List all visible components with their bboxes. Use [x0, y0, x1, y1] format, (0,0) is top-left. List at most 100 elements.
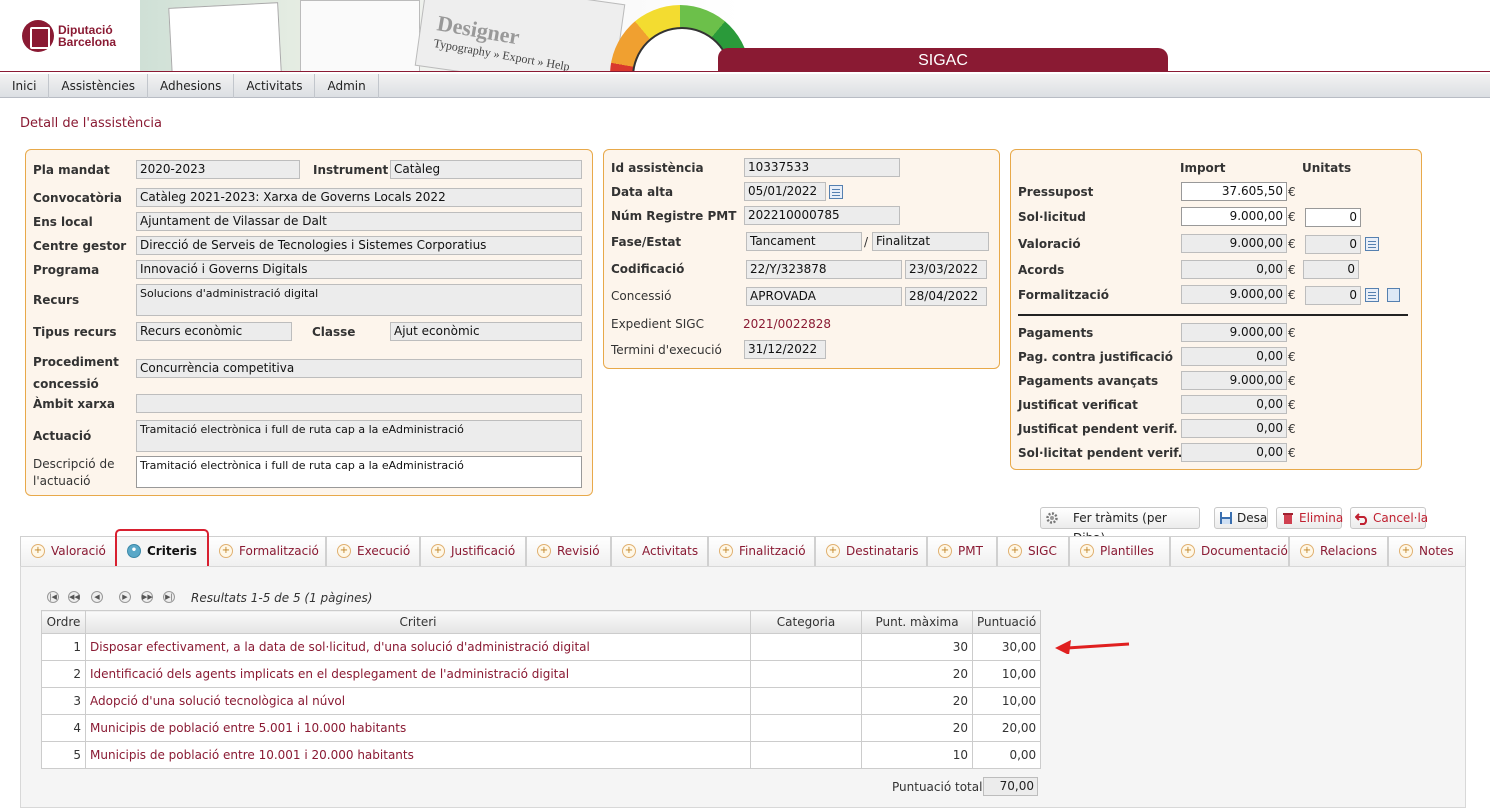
- plus-icon: +: [938, 544, 952, 558]
- banner-page-image: [300, 0, 420, 72]
- column-header-criteri[interactable]: Criteri: [85, 610, 751, 634]
- tipus-recurs-label: Tipus recurs: [33, 325, 117, 339]
- table-row[interactable]: 5 Municipis de població entre 10.001 i 2…: [41, 741, 1042, 769]
- last-page-icon[interactable]: ▶|: [163, 591, 175, 603]
- cell-categoria: [750, 741, 862, 769]
- instrument-label: Instrument: [313, 163, 389, 177]
- expedient-link[interactable]: 2021/0022828: [743, 317, 831, 331]
- descripcio-textarea[interactable]: Tramitació electrònica i full de ruta ca…: [136, 456, 582, 488]
- tab-activitats[interactable]: + Activitats: [611, 536, 708, 566]
- column-header-categoria[interactable]: Categoria: [750, 610, 862, 634]
- sollicitud-input[interactable]: 9.000,00: [1181, 207, 1287, 226]
- cell-categoria: [750, 687, 862, 715]
- eur-symbol: €: [1288, 288, 1296, 302]
- plus-icon: +: [1008, 544, 1022, 558]
- eur-symbol: €: [1288, 374, 1296, 388]
- menu-item-activitats[interactable]: Activitats: [234, 74, 316, 98]
- diputacio-logo[interactable]: [22, 20, 54, 52]
- eur-symbol: €: [1288, 237, 1296, 251]
- acords-field: 0,00: [1181, 260, 1287, 279]
- eur-symbol: €: [1288, 185, 1296, 199]
- tab-documentacio[interactable]: + Documentació: [1170, 536, 1289, 566]
- programa-label: Programa: [33, 263, 100, 277]
- table-row[interactable]: 3 Adopció d'una solució tecnològica al n…: [41, 687, 1042, 715]
- tab-formalitzacio[interactable]: + Formalització: [208, 536, 326, 566]
- tab-execucio[interactable]: + Execució: [326, 536, 420, 566]
- save-button[interactable]: Desa: [1214, 507, 1268, 529]
- fer-tramits-button[interactable]: Fer tràmits (per Diba): [1040, 507, 1200, 545]
- cell-criteri[interactable]: Adopció d'una solució tecnològica al núv…: [85, 687, 751, 715]
- menu-item-adhesions[interactable]: Adhesions: [148, 74, 235, 98]
- cancel-label: Cancel·la: [1373, 511, 1429, 525]
- formalitzacio-unitats-field: 0: [1305, 286, 1361, 305]
- recurs-label: Recurs: [33, 293, 80, 307]
- descripcio-label: Descripció de l'actuació: [33, 457, 115, 488]
- column-header-punt-maxima[interactable]: Punt. màxima: [861, 610, 973, 634]
- menu-item-admin[interactable]: Admin: [315, 74, 379, 98]
- cell-criteri[interactable]: Disposar efectivament, a la data de sol·…: [85, 633, 751, 661]
- tab-notes[interactable]: + Notes: [1388, 536, 1466, 566]
- pag-avancats-label: Pagaments avançats: [1018, 374, 1159, 388]
- concessio-field: APROVADA: [746, 287, 902, 306]
- fase-separator: /: [864, 235, 869, 249]
- prev-page-icon[interactable]: ◀: [91, 591, 103, 603]
- calculator-icon[interactable]: [1365, 237, 1379, 251]
- cell-criteri[interactable]: Municipis de població entre 5.001 i 10.0…: [85, 714, 751, 742]
- table-row[interactable]: 2 Identificació dels agents implicats en…: [41, 660, 1042, 688]
- column-header-ordre[interactable]: Ordre: [41, 610, 86, 634]
- tab-relacions[interactable]: + Relacions: [1289, 536, 1388, 566]
- cancel-button[interactable]: Cancel·la: [1350, 507, 1429, 529]
- pag-contra-label: Pag. contra justificació: [1018, 350, 1173, 364]
- tab-valoracio[interactable]: + Valoració: [20, 536, 116, 566]
- column-header-puntuacio[interactable]: Puntuació: [971, 610, 1042, 634]
- tab-plantilles[interactable]: + Plantilles: [1069, 536, 1170, 566]
- programa-field: Innovació i Governs Digitals: [136, 260, 582, 279]
- plus-icon: +: [826, 544, 840, 558]
- trash-icon: [1283, 513, 1293, 524]
- cell-categoria: [750, 714, 862, 742]
- procediment-field: Concurrència competitiva: [136, 359, 582, 378]
- just-pendent-field: 0,00: [1181, 419, 1287, 438]
- sollicitud-unitats-input[interactable]: 0: [1305, 208, 1361, 227]
- cell-punt-maxima: 30: [861, 633, 973, 661]
- pagaments-field: 9.000,00: [1181, 323, 1287, 342]
- registre-label: Núm Registre PMT: [611, 209, 737, 223]
- acords-unitats-field: 0: [1303, 260, 1359, 279]
- cell-categoria: [750, 633, 862, 661]
- cell-ordre: 4: [41, 714, 86, 742]
- cell-criteri[interactable]: Municipis de població entre 10.001 i 20.…: [85, 741, 751, 769]
- cell-categoria: [750, 660, 862, 688]
- calculator-icon[interactable]: [1365, 288, 1379, 302]
- first-page-icon[interactable]: |◀: [47, 591, 59, 603]
- tab-revisio[interactable]: + Revisió: [526, 536, 611, 566]
- tab-finalitzacio[interactable]: + Finalització: [708, 536, 815, 566]
- menu-item-assistencies[interactable]: Assistències: [49, 74, 148, 98]
- pag-contra-field: 0,00: [1181, 347, 1287, 366]
- tab-highlight-box: [115, 529, 209, 571]
- fase-estat-label: Fase/Estat: [611, 235, 682, 249]
- tab-sigc[interactable]: + SIGC: [997, 536, 1069, 566]
- next-page-icon[interactable]: ▶: [119, 591, 131, 603]
- table-row[interactable]: 4 Municipis de població entre 5.001 i 10…: [41, 714, 1042, 742]
- valoracio-label: Valoració: [1018, 237, 1081, 251]
- copy-icon[interactable]: [1387, 288, 1400, 302]
- tab-pmt[interactable]: + PMT: [927, 536, 997, 566]
- cell-punt-maxima: 20: [861, 687, 973, 715]
- procediment-label: Procediment concessió: [33, 355, 119, 391]
- cell-punt-maxima: 20: [861, 714, 973, 742]
- next-block-icon[interactable]: ▶▶: [141, 591, 153, 603]
- pressupost-input[interactable]: 37.605,50: [1181, 182, 1287, 201]
- tab-justificacio[interactable]: + Justificació: [420, 536, 526, 566]
- delete-button[interactable]: Elimina: [1276, 507, 1343, 529]
- menu-item-inici[interactable]: Inici: [0, 74, 50, 98]
- cell-criteri[interactable]: Identificació dels agents implicats en e…: [85, 660, 751, 688]
- table-row[interactable]: 1 Disposar efectivament, a la data de so…: [41, 633, 1042, 661]
- tab-destinataris[interactable]: + Destinataris: [815, 536, 927, 566]
- eur-symbol: €: [1288, 350, 1296, 364]
- calendar-icon[interactable]: [829, 185, 843, 199]
- tab-bar: + Valoració • Criteris + Formalització + Exe…: [20, 536, 1466, 566]
- prev-block-icon[interactable]: ◀◀: [68, 591, 80, 603]
- cell-punt-maxima: 10: [861, 741, 973, 769]
- valoracio-unitats-field: 0: [1305, 235, 1361, 254]
- main-menu: Inici Assistències Adhesions Activitats …: [0, 74, 1490, 98]
